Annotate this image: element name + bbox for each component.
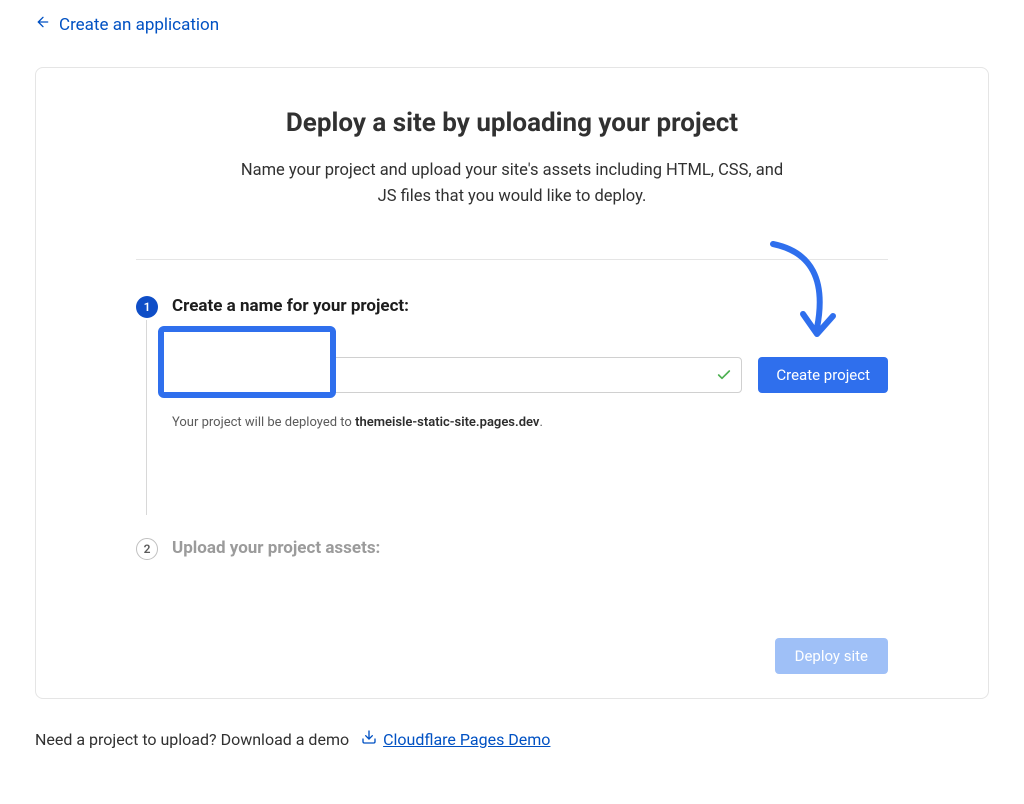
helper-prefix: Your project will be deployed to [172,415,355,430]
step-connector [146,320,147,515]
project-name-label: Project name [172,334,888,349]
divider [136,259,888,260]
footer-prompt: Need a project to upload? Download a dem… [35,730,349,749]
step-2: 2 Upload your project assets: [136,538,888,558]
check-icon [716,367,732,383]
step-1-badge: 1 [136,296,158,318]
step-2-badge: 2 [136,538,158,560]
footer: Need a project to upload? Download a dem… [0,699,1024,769]
arrow-left-icon [35,14,51,35]
step-2-title: Upload your project assets: [172,538,888,558]
deploy-url-helper: Your project will be deployed to themeis… [172,415,888,430]
card-subtitle: Name your project and upload your site's… [232,158,792,209]
create-project-button[interactable]: Create project [758,357,888,393]
step-1: 1 Create a name for your project: Projec… [136,296,888,430]
demo-download-link[interactable]: Cloudflare Pages Demo [361,729,550,749]
helper-domain: themeisle-static-site.pages.dev [355,415,539,430]
card-title: Deploy a site by uploading your project [96,108,928,138]
deploy-card: Deploy a site by uploading your project … [35,67,989,699]
deploy-site-button[interactable]: Deploy site [775,638,888,674]
back-link-label: Create an application [59,15,219,35]
download-icon [361,729,377,749]
helper-suffix: . [539,415,542,430]
back-link[interactable]: Create an application [0,0,1024,47]
step-1-title: Create a name for your project: [172,296,888,316]
project-name-input[interactable] [172,357,742,393]
demo-link-label: Cloudflare Pages Demo [383,730,550,749]
